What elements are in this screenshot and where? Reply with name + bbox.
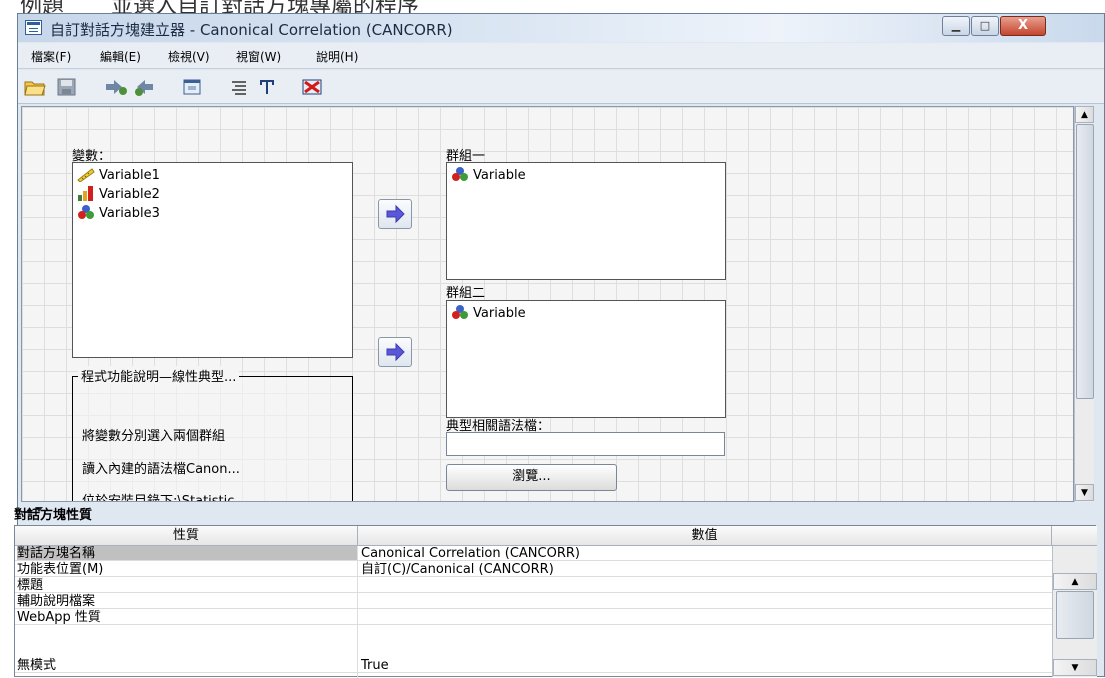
description-title: 程式功能說明—線性典型...	[78, 366, 240, 385]
back-icon[interactable]	[133, 76, 155, 98]
text-icon[interactable]	[256, 76, 278, 98]
table-row[interactable]: 對話方塊名稱 Canonical Correlation (CANCORR)	[15, 546, 1052, 561]
property-value: Canonical Correlation (CANCORR)	[361, 546, 580, 561]
group1-list[interactable]: Variable	[446, 162, 726, 280]
property-value: True	[361, 658, 389, 673]
scroll-down-arrow-icon[interactable]: ▼	[1053, 659, 1097, 676]
property-key: WebApp 性質	[17, 610, 101, 625]
window-title: 自訂對話方塊建立器 - Canonical Correlation (CANCO…	[50, 21, 453, 39]
column-divider	[357, 546, 358, 678]
canvas-vertical-scrollbar[interactable]: ▲ ▼	[1074, 106, 1094, 502]
table-row[interactable]: 標題	[15, 578, 1052, 593]
toolbar	[18, 70, 1104, 104]
variable-name: Variable1	[99, 168, 160, 183]
description-line: 將變數分別選入兩個群組	[82, 429, 226, 444]
list-item[interactable]: Variable1	[77, 166, 160, 184]
maximize-button[interactable]: □	[971, 16, 999, 36]
source-variable-list[interactable]: Variable1 Variable2 Variable3	[72, 162, 353, 358]
title-bar: 自訂對話方塊建立器 - Canonical Correlation (CANCO…	[18, 14, 1104, 42]
scroll-down-arrow-icon[interactable]: ▼	[1075, 484, 1094, 501]
dialog-design-canvas[interactable]: 變數： Variable1 Variable2 Variable3 群組一 Va…	[21, 106, 1074, 502]
variable-name: Variable2	[99, 187, 160, 202]
properties-title: 對話方塊性質	[14, 508, 93, 523]
property-key: 功能表位置(M)	[17, 562, 104, 577]
ordinal-bar-icon	[77, 185, 95, 201]
nominal-balls-icon	[451, 304, 469, 320]
column-header-value[interactable]: 數值	[358, 526, 1052, 546]
table-row[interactable]: 輔助說明檔案	[15, 594, 1052, 609]
list-item[interactable]: Variable	[451, 166, 526, 184]
property-key: 標題	[17, 578, 44, 593]
delete-icon[interactable]	[301, 76, 323, 98]
move-to-group2-button[interactable]	[378, 337, 412, 367]
column-header-spacer	[1052, 526, 1097, 546]
scroll-up-arrow-icon[interactable]: ▲	[1075, 106, 1094, 123]
table-row[interactable]: 功能表位置(M) 自訂(C)/Canonical (CANCORR)	[15, 562, 1052, 577]
right-arrow-icon	[386, 342, 405, 362]
menu-file[interactable]: 檔案(F)	[31, 48, 71, 65]
property-key: 無模式	[17, 658, 57, 673]
nominal-balls-icon	[77, 204, 95, 220]
table-row[interactable]: WebApp 性質	[15, 610, 1052, 625]
table-row[interactable]: 無模式 True	[15, 658, 1052, 673]
description-line: 位於安裝目錄下:\Statistic...	[82, 494, 247, 502]
close-button[interactable]: X	[1000, 16, 1046, 36]
right-arrow-icon	[386, 204, 405, 224]
pane-splitter[interactable]	[21, 503, 1096, 517]
list-item[interactable]: Variable	[451, 304, 526, 322]
column-header-property[interactable]: 性質	[15, 526, 358, 546]
properties-table[interactable]: 性質 數值 對話方塊名稱 Canonical Correlation (CANC…	[14, 525, 1097, 678]
move-to-group1-button[interactable]	[378, 199, 412, 229]
menu-view[interactable]: 檢視(V)	[168, 48, 210, 65]
property-key: 對話方塊名稱	[17, 546, 357, 561]
description-line: 讀入內建的語法檔Canon...	[82, 462, 240, 477]
menu-help[interactable]: 說明(H)	[316, 48, 358, 65]
group2-list[interactable]: Variable	[446, 300, 726, 418]
nominal-balls-icon	[451, 166, 469, 182]
group2-label: 群組二	[446, 286, 486, 301]
variable-name: Variable3	[99, 206, 160, 221]
list-icon[interactable]	[228, 76, 250, 98]
list-item[interactable]: Variable3	[77, 204, 160, 222]
save-icon[interactable]	[56, 76, 78, 98]
scroll-up-arrow-icon[interactable]: ▲	[1053, 573, 1097, 590]
menu-edit[interactable]: 編輯(E)	[100, 48, 141, 65]
minimize-button[interactable]: ▁	[942, 16, 970, 36]
variable-name: Variable	[473, 306, 526, 321]
scrollbar-thumb[interactable]	[1076, 124, 1094, 399]
open-folder-icon[interactable]	[24, 76, 46, 98]
list-item[interactable]: Variable2	[77, 185, 160, 203]
browse-button[interactable]: 瀏覽...	[446, 464, 617, 491]
variable-name: Variable	[473, 168, 526, 183]
forward-icon[interactable]	[104, 76, 127, 98]
property-value: 自訂(C)/Canonical (CANCORR)	[361, 562, 554, 577]
app-icon	[25, 20, 42, 35]
menu-window[interactable]: 視窗(W)	[236, 48, 281, 65]
properties-vertical-scrollbar[interactable]: ▲ ▼	[1052, 546, 1097, 677]
scrollbar-thumb[interactable]	[1056, 591, 1094, 639]
syntax-file-field[interactable]	[446, 432, 725, 456]
menu-bar: 檔案(F) 編輯(E) 檢視(V) 視窗(W) 說明(H)	[18, 43, 1104, 69]
scale-ruler-icon	[77, 166, 95, 183]
preview-icon[interactable]	[181, 76, 203, 98]
property-key: 輔助說明檔案	[17, 594, 96, 609]
